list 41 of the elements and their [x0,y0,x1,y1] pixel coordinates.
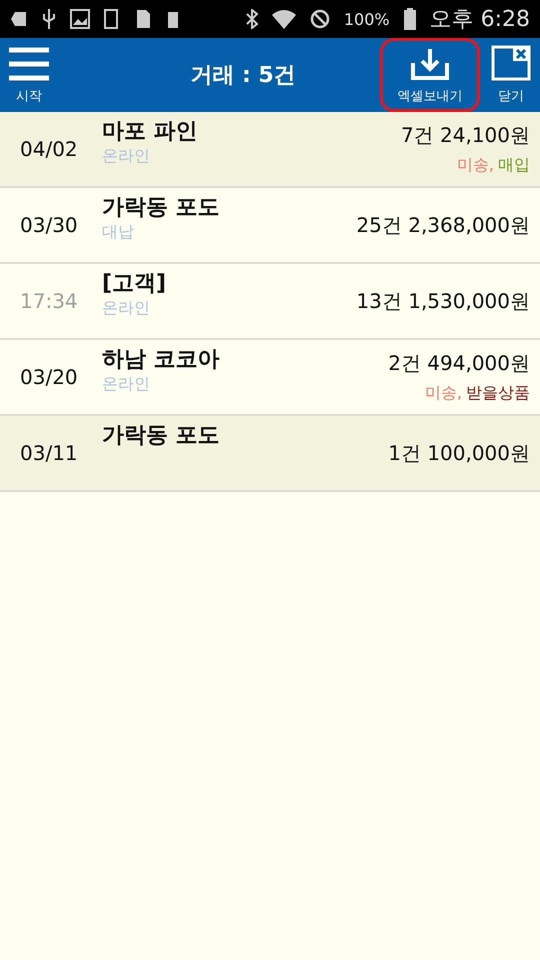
usb-icon [42,8,56,30]
status-tag: 미송, [424,383,462,404]
close-window-icon [491,45,531,81]
menu-icon [9,47,49,81]
transaction-row[interactable]: 03/11 가락동 포도 1건 100,000원 [0,416,540,492]
transaction-row[interactable]: 04/02 마포 파인 온라인 7건 24,100원 미송, 매입 [0,112,540,188]
row-date: 03/11 [20,441,79,465]
channel-label: 온라인 [102,146,151,167]
channel-label: 온라인 [102,374,151,395]
row-date: 03/30 [20,213,79,237]
customer-name: 하남 코코아 [102,346,221,374]
wifi-icon [272,9,296,29]
menu-button[interactable]: 시작 [2,38,56,112]
row-date: 04/02 [20,137,79,161]
channel-label: 온라인 [102,298,151,319]
status-tag: 미송, [456,155,494,176]
battery-icon [404,8,416,30]
channel-label: 대납 [102,222,135,243]
screen-title: 거래 : 5건 [189,62,297,90]
row-date: 17:34 [20,289,79,313]
close-button[interactable]: 닫기 [484,38,538,112]
amount-text: 2건 494,000원 [388,350,530,377]
customer-name: 가락동 포도 [102,194,221,222]
amount-text: 13건 1,530,000원 [356,288,530,314]
image-icon [70,9,90,29]
status-tag: 매입 [498,155,530,176]
amount-text: 7건 24,100원 [400,122,530,149]
export-button[interactable]: 엑셀보내기 [380,38,480,112]
customer-name: 마포 파인 [102,118,199,146]
amount-text: 1건 100,000원 [388,440,530,466]
status-tag: 받을상품 [466,383,530,404]
customer-name: 가락동 포도 [102,422,221,450]
download-icon [410,47,450,81]
amount-text: 25건 2,368,000원 [356,212,530,238]
clock: 오후 6:28 [430,6,530,34]
row-date: 03/20 [20,365,79,389]
battery-small-icon [168,10,178,28]
bluetooth-icon [246,9,258,29]
battery-percent: 100% [344,10,390,28]
blocked-icon [310,9,330,29]
customer-name: [고객] [102,270,168,298]
